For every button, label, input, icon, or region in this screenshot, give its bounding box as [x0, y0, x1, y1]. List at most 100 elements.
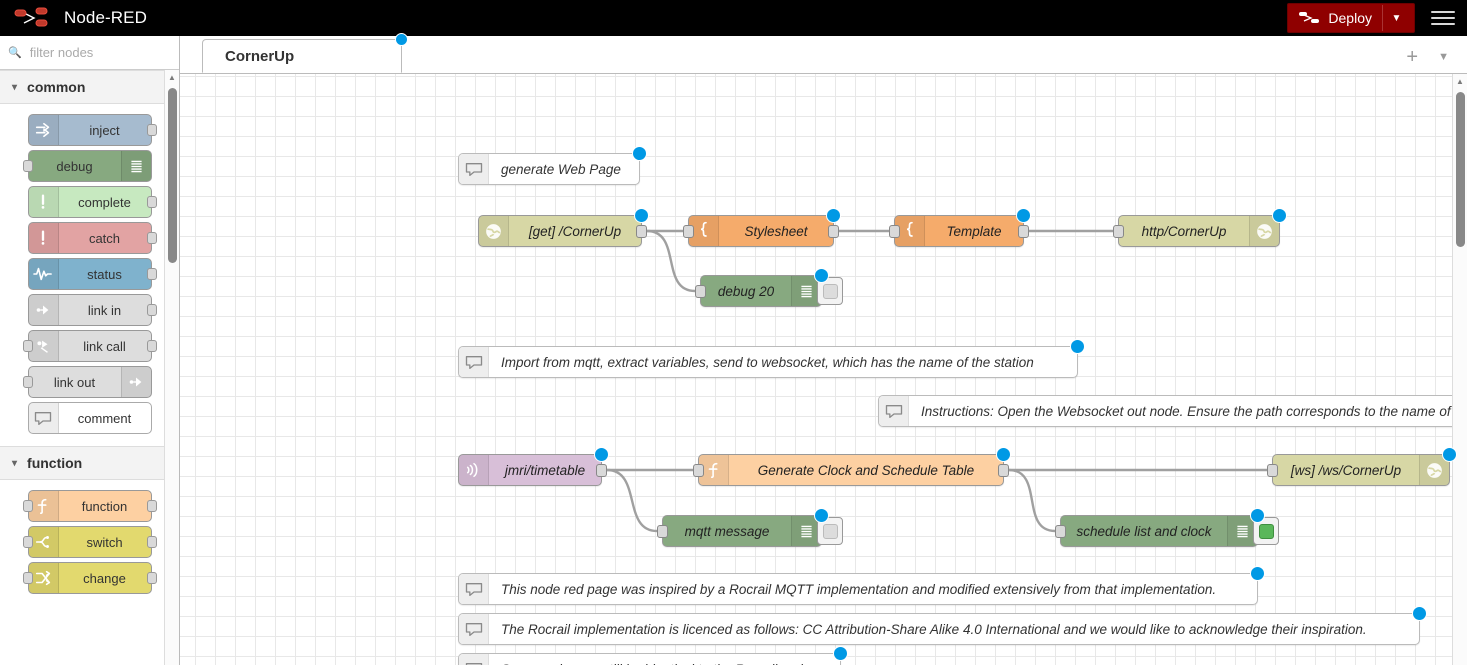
palette-node-function[interactable]: function	[28, 490, 152, 522]
palette-node-output-port[interactable]	[147, 268, 157, 280]
node-input-port[interactable]	[1113, 225, 1124, 238]
palette-category-body-function: function switch change	[0, 480, 179, 606]
palette-node-output-port[interactable]	[147, 232, 157, 244]
flow-node-n5[interactable]: http/CornerUp	[1118, 215, 1280, 247]
flow-node-n9[interactable]: jmri/timetable	[458, 454, 602, 486]
node-output-port[interactable]	[998, 464, 1009, 477]
flow-node-label: jmri/timetable	[489, 463, 601, 478]
node-input-port[interactable]	[683, 225, 694, 238]
canvas-scrollbar-thumb[interactable]	[1456, 92, 1465, 247]
palette-node-catch[interactable]: catch	[28, 222, 152, 254]
palette-node-input-port[interactable]	[23, 572, 33, 584]
palette-category-common[interactable]: ▾common	[0, 70, 179, 104]
node-changed-dot	[1272, 208, 1287, 223]
deploy-button[interactable]: Deploy ▼	[1287, 3, 1415, 33]
flow-node-label: generate Web Page	[489, 162, 639, 177]
node-input-port[interactable]	[889, 225, 900, 238]
palette-node-output-port[interactable]	[147, 500, 157, 512]
palette-category-function[interactable]: ▾function	[0, 446, 179, 480]
node-output-port[interactable]	[1018, 225, 1029, 238]
comment-bubble-icon	[459, 574, 489, 604]
debug-status-square	[823, 524, 838, 539]
node-changed-dot	[826, 208, 841, 223]
palette-node-link-in[interactable]: link in	[28, 294, 152, 326]
deploy-dropdown-chevron-down-icon[interactable]: ▼	[1382, 5, 1410, 31]
palette-node-complete[interactable]: complete	[28, 186, 152, 218]
flow-node-label: [get] /CornerUp	[509, 224, 641, 239]
pulse-wave-icon	[29, 259, 59, 289]
node-output-port[interactable]	[828, 225, 839, 238]
flow-node-n7[interactable]: Import from mqtt, extract variables, sen…	[458, 346, 1078, 378]
flow-node-label: Some code may still be identical to the …	[489, 662, 840, 665]
palette-node-output-port[interactable]	[147, 572, 157, 584]
exclamation-icon	[29, 187, 59, 217]
flow-node-n1[interactable]: generate Web Page	[458, 153, 640, 185]
flow-node-n6[interactable]: debug 20	[700, 275, 822, 307]
flow-node-n11[interactable]: [ws] /ws/CornerUp	[1272, 454, 1450, 486]
flow-node-n15[interactable]: The Rocrail implementation is licenced a…	[458, 613, 1420, 645]
palette-node-input-port[interactable]	[23, 536, 33, 548]
add-flow-plus-icon[interactable]: +	[1406, 47, 1418, 67]
palette-node-label: complete	[59, 195, 151, 210]
palette-node-comment[interactable]: comment	[28, 402, 152, 434]
comment-bubble-icon	[459, 614, 489, 644]
tab-cornerup[interactable]: CornerUp	[202, 39, 402, 73]
palette-node-output-port[interactable]	[147, 340, 157, 352]
flow-node-n14[interactable]: This node red page was inspired by a Roc…	[458, 573, 1258, 605]
palette-scrollbar-thumb[interactable]	[168, 88, 177, 263]
palette-node-input-port[interactable]	[23, 340, 33, 352]
palette-filter-row: 🔍	[0, 36, 179, 70]
node-output-port[interactable]	[636, 225, 647, 238]
hamburger-menu-icon[interactable]	[1431, 11, 1455, 25]
node-changed-dot	[1412, 606, 1427, 621]
palette-node-change[interactable]: change	[28, 562, 152, 594]
flow-node-n10[interactable]: Generate Clock and Schedule Table	[698, 454, 1004, 486]
wire-n10-to-n13[interactable]	[1009, 470, 1055, 531]
node-changed-dot	[814, 508, 829, 523]
node-input-port[interactable]	[1055, 525, 1066, 538]
flow-node-n13[interactable]: schedule list and clock	[1060, 515, 1258, 547]
palette-node-input-port[interactable]	[23, 376, 33, 388]
node-output-port[interactable]	[596, 464, 607, 477]
palette-node-output-port[interactable]	[147, 196, 157, 208]
palette-node-output-port[interactable]	[147, 124, 157, 136]
palette-node-link-call[interactable]: link call	[28, 330, 152, 362]
flow-node-n4[interactable]: Template	[894, 215, 1024, 247]
deploy-label: Deploy	[1328, 10, 1372, 26]
flow-node-n16[interactable]: Some code may still be identical to the …	[458, 653, 841, 665]
palette-node-status[interactable]: status	[28, 258, 152, 290]
palette-node-output-port[interactable]	[147, 304, 157, 316]
node-input-port[interactable]	[693, 464, 704, 477]
mqtt-waves-icon	[459, 455, 489, 485]
wire-n9-to-n12[interactable]	[607, 470, 657, 531]
triangle-up-icon[interactable]: ▲	[165, 70, 179, 84]
filter-nodes-input[interactable]	[28, 44, 168, 61]
palette-node-input-port[interactable]	[23, 500, 33, 512]
palette-node-label: inject	[59, 123, 151, 138]
triangle-up-icon[interactable]: ▲	[1453, 74, 1467, 88]
flow-node-n3[interactable]: Stylesheet	[688, 215, 834, 247]
palette-node-link-out[interactable]: link out	[28, 366, 152, 398]
flow-node-label: mqtt message	[663, 524, 791, 539]
palette-scrollbar[interactable]: ▲	[164, 70, 179, 665]
palette-category-label: function	[27, 455, 82, 471]
tab-list-chevron-down-icon[interactable]: ▼	[1438, 51, 1449, 63]
flow-canvas[interactable]: generate Web Page [get] /CornerUp Styleshe…	[180, 74, 1467, 665]
palette-node-output-port[interactable]	[147, 536, 157, 548]
canvas-scrollbar[interactable]: ▲	[1452, 74, 1467, 665]
node-input-port[interactable]	[695, 285, 706, 298]
palette-category-body-common: inject debug complete catch status link in lin…	[0, 104, 179, 446]
debug-status-square	[823, 284, 838, 299]
link-out-icon	[121, 367, 151, 397]
change-swap-icon	[29, 563, 59, 593]
flow-node-n2[interactable]: [get] /CornerUp	[478, 215, 642, 247]
flow-node-n8[interactable]: Instructions: Open the Websocket out nod…	[878, 395, 1467, 427]
node-input-port[interactable]	[657, 525, 668, 538]
palette-node-input-port[interactable]	[23, 160, 33, 172]
app-header: Node-RED Deploy ▼	[0, 0, 1467, 36]
palette-node-debug[interactable]: debug	[28, 150, 152, 182]
palette-node-switch[interactable]: switch	[28, 526, 152, 558]
flow-node-n12[interactable]: mqtt message	[662, 515, 822, 547]
node-input-port[interactable]	[1267, 464, 1278, 477]
palette-node-inject[interactable]: inject	[28, 114, 152, 146]
